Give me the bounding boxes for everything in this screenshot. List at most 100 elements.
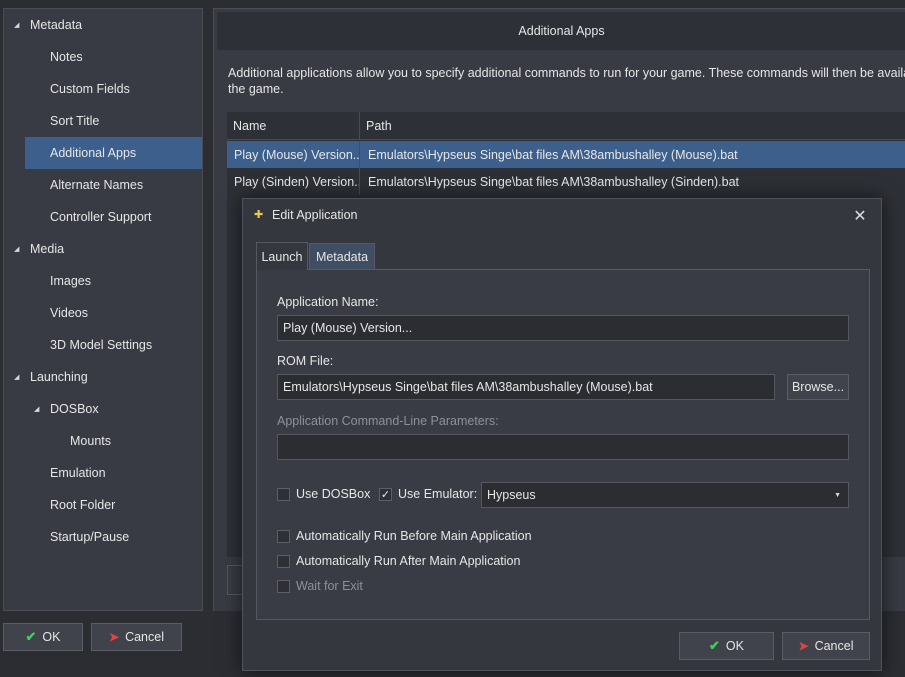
checkmark-icon: ✔	[709, 638, 720, 653]
column-header-path[interactable]: Path	[360, 112, 905, 140]
browse-button[interactable]: Browse...	[787, 374, 849, 400]
wait-for-exit-option[interactable]: Wait for Exit	[277, 579, 363, 593]
sidebar-item-label: Mounts	[70, 434, 111, 448]
sidebar-item-label: Startup/Pause	[50, 530, 130, 544]
close-icon[interactable]: ✕	[851, 206, 869, 226]
sidebar-item-dosbox[interactable]: ◢ DOSBox	[4, 393, 202, 425]
sidebar-item-label: 3D Model Settings	[50, 338, 153, 352]
expand-caret-icon[interactable]: ◢	[34, 405, 39, 413]
rom-file-field[interactable]: Emulators\Hypseus Singe\bat files AM\38a…	[277, 374, 775, 400]
rom-file-label: ROM File:	[277, 354, 334, 368]
sidebar-item-custom-fields[interactable]: Custom Fields	[4, 73, 202, 105]
run-after-label: Automatically Run After Main Application	[296, 554, 521, 568]
sidebar-item-label: Custom Fields	[50, 82, 130, 96]
sidebar-item-launching[interactable]: ◢ Launching	[4, 361, 202, 393]
checkmark-icon: ✔	[25, 629, 37, 644]
sidebar-item-label: Root Folder	[50, 498, 116, 512]
sidebar-item-label: DOSBox	[50, 402, 99, 416]
use-emulator-checkbox[interactable]: ✓	[379, 487, 392, 501]
cell-name: Play (Mouse) Version...	[227, 141, 360, 168]
tab-metadata[interactable]: Metadata	[309, 243, 375, 270]
sidebar-item-label: Metadata	[30, 18, 83, 32]
table-row[interactable]: Play (Mouse) Version... Emulators\Hypseu…	[227, 141, 905, 168]
sidebar-item-label: Launching	[30, 370, 88, 384]
cancel-button[interactable]: ➤ Cancel	[91, 623, 182, 651]
run-after-checkbox[interactable]	[277, 554, 290, 568]
column-header-name[interactable]: Name	[227, 112, 360, 140]
sidebar-item-additional-apps[interactable]: Additional Apps	[25, 137, 202, 169]
description-line-2: the game.	[228, 82, 284, 96]
cancel-x-icon: ➤	[109, 630, 120, 644]
dialog-cancel-button[interactable]: ➤ Cancel	[782, 632, 870, 660]
sidebar-item-images[interactable]: Images	[4, 265, 202, 297]
ok-button-label: OK	[42, 630, 61, 644]
sidebar-item-root-folder[interactable]: Root Folder	[4, 489, 202, 521]
sidebar-item-startup-pause[interactable]: Startup/Pause	[4, 521, 202, 553]
command-line-label: Application Command-Line Parameters:	[277, 414, 499, 428]
app-icon: ✚	[254, 209, 264, 221]
sidebar-item-media[interactable]: ◢ Media	[4, 233, 202, 265]
panel-description: Additional applications allow you to spe…	[228, 65, 905, 97]
sidebar-item-videos[interactable]: Videos	[4, 297, 202, 329]
sidebar-item-sort-title[interactable]: Sort Title	[4, 105, 202, 137]
sidebar-item-3d-model-settings[interactable]: 3D Model Settings	[4, 329, 202, 361]
dialog-title: Edit Application	[272, 208, 358, 222]
run-before-checkbox[interactable]	[277, 529, 290, 543]
wait-for-exit-checkbox[interactable]	[277, 579, 290, 593]
wait-for-exit-label: Wait for Exit	[296, 579, 363, 593]
cancel-x-icon: ➤	[798, 639, 809, 653]
run-after-option[interactable]: Automatically Run After Main Application	[277, 554, 520, 568]
sidebar-item-label: Notes	[50, 50, 83, 64]
use-emulator-option[interactable]: ✓ Use Emulator:	[379, 487, 477, 501]
tab-launch[interactable]: Launch	[256, 242, 308, 270]
tab-label: Launch	[261, 249, 303, 264]
application-name-label: Application Name:	[277, 295, 379, 309]
sidebar-item-label: Additional Apps	[50, 146, 137, 160]
sidebar-item-label: Images	[50, 274, 91, 288]
dialog-ok-label: OK	[725, 639, 744, 653]
table-row[interactable]: Play (Sinden) Version... Emulators\Hypse…	[227, 168, 905, 195]
cell-path: Emulators\Hypseus Singe\bat files AM\38a…	[368, 147, 738, 162]
run-before-option[interactable]: Automatically Run Before Main Applicatio…	[277, 529, 532, 543]
panel-header: Additional Apps	[217, 12, 905, 50]
dialog-ok-button[interactable]: ✔ OK	[679, 632, 774, 660]
sidebar-item-controller-support[interactable]: Controller Support	[4, 201, 202, 233]
sidebar-item-alternate-names[interactable]: Alternate Names	[4, 169, 202, 201]
ok-button[interactable]: ✔ OK	[3, 623, 83, 651]
cancel-button-label: Cancel	[125, 630, 164, 644]
expand-caret-icon[interactable]: ◢	[14, 245, 19, 253]
tab-label: Metadata	[315, 250, 369, 264]
sidebar-item-metadata[interactable]: ◢ Metadata	[4, 9, 202, 41]
sidebar-item-notes[interactable]: Notes	[4, 41, 202, 73]
sidebar-item-label: Videos	[50, 306, 88, 320]
description-line-1: Additional applications allow you to spe…	[228, 66, 905, 80]
cell-path: Emulators\Hypseus Singe\bat files AM\38a…	[368, 174, 740, 189]
panel-title: Additional Apps	[518, 24, 605, 38]
launch-tab-content: Application Name: Play (Mouse) Version..…	[256, 269, 870, 620]
command-line-field[interactable]	[277, 434, 849, 460]
application-name-field[interactable]: Play (Mouse) Version...	[277, 315, 849, 341]
cell-name: Play (Sinden) Version...	[227, 168, 360, 195]
run-before-label: Automatically Run Before Main Applicatio…	[296, 529, 532, 543]
dropdown-arrow-icon: ▼	[834, 492, 841, 499]
emulator-select[interactable]: Hypseus ▼	[481, 482, 849, 508]
sidebar-item-label: Controller Support	[50, 210, 152, 224]
sidebar-item-label: Alternate Names	[50, 178, 144, 192]
edit-application-dialog: ✚ Edit Application ✕ Launch Metadata App…	[242, 198, 882, 671]
sidebar-item-label: Emulation	[50, 466, 106, 480]
sidebar-item-label: Sort Title	[50, 114, 100, 128]
expand-caret-icon[interactable]: ◢	[14, 373, 19, 381]
dialog-titlebar: ✚ Edit Application ✕	[243, 199, 881, 231]
sidebar-item-emulation[interactable]: Emulation	[4, 457, 202, 489]
settings-sidebar: ◢ Metadata Notes Custom Fields Sort Titl…	[3, 8, 203, 611]
sidebar-item-mounts[interactable]: Mounts	[4, 425, 202, 457]
use-dosbox-option[interactable]: Use DOSBox	[277, 487, 370, 501]
dialog-cancel-label: Cancel	[814, 639, 854, 653]
use-emulator-label: Use Emulator:	[398, 487, 478, 501]
use-dosbox-checkbox[interactable]	[277, 487, 290, 501]
use-dosbox-label: Use DOSBox	[296, 487, 371, 501]
emulator-select-value: Hypseus	[487, 488, 536, 502]
expand-caret-icon[interactable]: ◢	[14, 21, 19, 29]
browse-button-label: Browse...	[791, 380, 845, 394]
sidebar-item-label: Media	[30, 242, 65, 256]
